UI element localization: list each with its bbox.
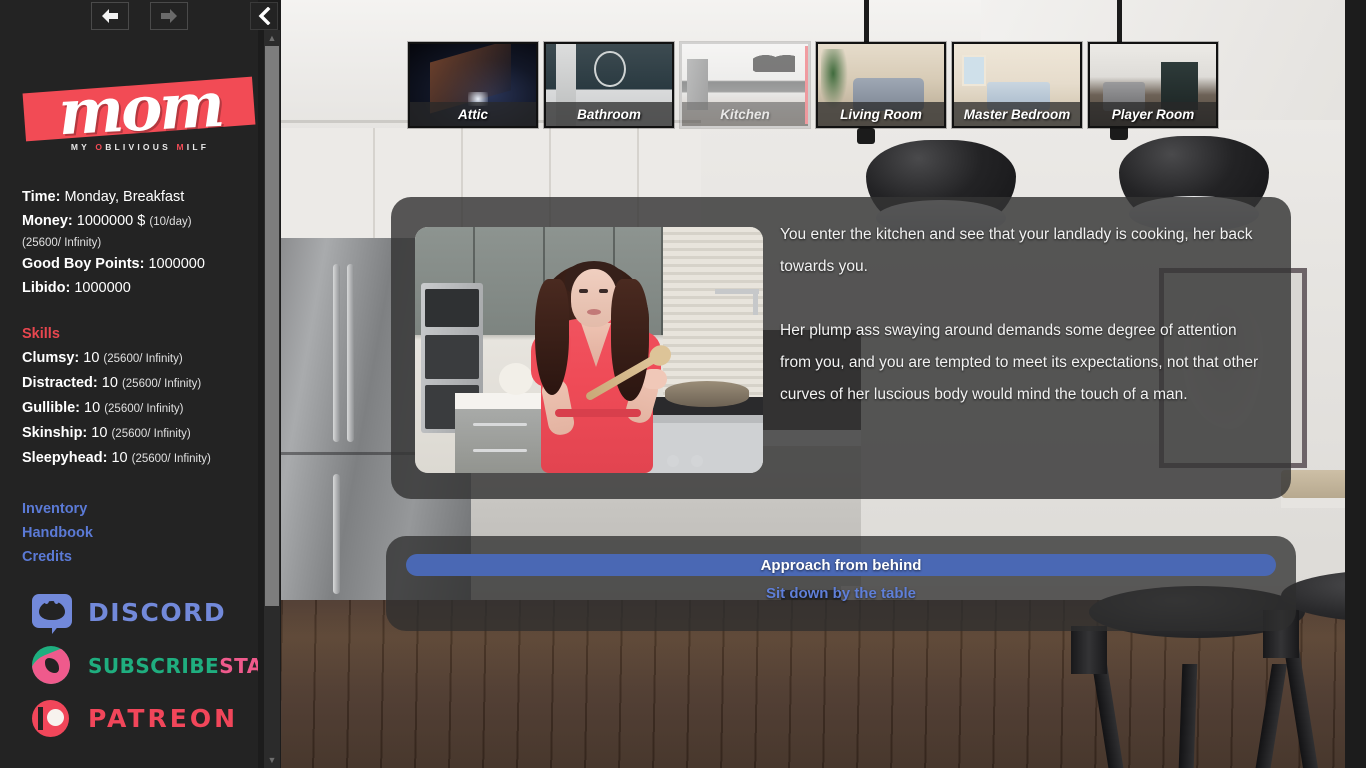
logo-wordmark: mom bbox=[56, 67, 224, 149]
game-logo: mom MY OBLIVIOUS MILF bbox=[22, 67, 258, 168]
scroll-down-icon[interactable]: ▼ bbox=[264, 752, 280, 768]
dialogue-paragraph-2: Her plump ass swaying around demands som… bbox=[780, 322, 1259, 403]
skill-row: Gullible: 10 (25600/ Infinity) bbox=[22, 396, 252, 421]
room-label: Player Room bbox=[1090, 102, 1216, 126]
room-label: Kitchen bbox=[682, 102, 808, 126]
patreon-icon bbox=[28, 697, 78, 741]
menu-links: Inventory Handbook Credits bbox=[22, 497, 93, 569]
skill-label: Gullible: bbox=[22, 400, 80, 416]
room-navigation: Attic Bathroom Kitchen Living Room Master Be… bbox=[408, 42, 1218, 128]
skill-value: 10 bbox=[83, 350, 100, 366]
right-gutter bbox=[1345, 0, 1366, 768]
skill-sub: (25600/ Infinity) bbox=[131, 453, 211, 465]
skills-heading: Skills bbox=[22, 326, 60, 342]
tagline-p5: ILF bbox=[186, 142, 210, 152]
stat-time-value: Monday, Breakfast bbox=[64, 189, 185, 205]
stat-money-rate: (10/day) bbox=[149, 216, 192, 228]
skill-sub: (25600/ Infinity) bbox=[103, 353, 183, 365]
skill-row: Skinship: 10 (25600/ Infinity) bbox=[22, 421, 252, 446]
subscribestar-wordmark: SUBSCRIBESTAR bbox=[88, 654, 258, 678]
patreon-link[interactable]: PATREON bbox=[28, 692, 242, 745]
skill-sub: (25600/ Infinity) bbox=[121, 378, 202, 390]
discord-wordmark: DISCORD bbox=[88, 598, 227, 627]
room-thumbnail-attic[interactable]: Attic bbox=[408, 42, 538, 128]
character-portrait bbox=[415, 227, 763, 473]
tagline-p1: MY bbox=[70, 142, 96, 152]
subscribestar-word-a: SUBSCRIBE bbox=[88, 653, 220, 678]
skill-value: 10 bbox=[101, 375, 118, 391]
subscribestar-link[interactable]: SUBSCRIBESTAR bbox=[28, 639, 258, 692]
back-button[interactable] bbox=[91, 2, 129, 30]
skill-row: Clumsy: 10 (25600/ Infinity) bbox=[22, 346, 252, 371]
skill-label: Sleepyhead: bbox=[22, 450, 108, 466]
room-label: Attic bbox=[410, 102, 536, 126]
room-label: Master Bedroom bbox=[954, 102, 1080, 126]
stat-money-label: Money: bbox=[22, 213, 73, 229]
skill-value: 10 bbox=[91, 425, 108, 441]
skill-label: Distracted: bbox=[22, 375, 98, 391]
menu-link-credits[interactable]: Credits bbox=[22, 545, 93, 569]
skill-value: 10 bbox=[84, 400, 101, 416]
dialogue-paragraph-1: You enter the kitchen and see that your … bbox=[780, 226, 1253, 275]
subscribestar-word-b: STAR bbox=[219, 653, 258, 678]
room-thumbnail-bathroom[interactable]: Bathroom bbox=[544, 42, 674, 128]
stat-money-sub: (25600/ Infinity) bbox=[22, 237, 102, 249]
stat-libido: Libido: 1000000 bbox=[22, 276, 252, 300]
stat-time-label: Time: bbox=[22, 189, 61, 205]
room-label: Bathroom bbox=[546, 102, 672, 126]
game-viewport: Attic Bathroom Kitchen Living Room Master Be… bbox=[281, 0, 1345, 768]
logo-tagline: MY OBLIVIOUS MILF bbox=[22, 142, 258, 152]
menu-link-inventory[interactable]: Inventory bbox=[22, 497, 93, 521]
sidebar-navbar bbox=[0, 0, 258, 30]
stat-gbp-label: Good Boy Points: bbox=[22, 256, 145, 272]
choice-option[interactable]: Approach from behind bbox=[406, 554, 1276, 576]
choice-option[interactable]: Sit down by the table bbox=[406, 582, 1276, 604]
tagline-p3: BLIVIOUS bbox=[105, 142, 177, 152]
room-label: Living Room bbox=[818, 102, 944, 126]
subscribestar-icon bbox=[28, 644, 78, 688]
skill-sub: (25600/ Infinity) bbox=[111, 428, 191, 440]
sidebar: mom MY OBLIVIOUS MILF Time: Monday, Brea… bbox=[0, 0, 258, 768]
discord-icon bbox=[28, 591, 78, 635]
skill-row: Sleepyhead: 10 (25600/ Infinity) bbox=[22, 446, 252, 471]
player-stats: Time: Monday, Breakfast Money: 1000000 $… bbox=[22, 185, 252, 471]
skill-value: 10 bbox=[111, 450, 128, 466]
discord-link[interactable]: DISCORD bbox=[28, 586, 242, 639]
game-window: mom MY OBLIVIOUS MILF Time: Monday, Brea… bbox=[0, 0, 1366, 768]
forward-button[interactable] bbox=[150, 2, 188, 30]
room-thumbnail-master-bedroom[interactable]: Master Bedroom bbox=[952, 42, 1082, 128]
skill-sub: (25600/ Infinity) bbox=[104, 403, 184, 415]
stat-libido-label: Libido: bbox=[22, 280, 71, 296]
dialogue-text: You enter the kitchen and see that your … bbox=[780, 219, 1267, 477]
menu-link-handbook[interactable]: Handbook bbox=[22, 521, 93, 545]
scrollbar-thumb[interactable] bbox=[265, 46, 279, 606]
choice-panel: Approach from behind Sit down by the tabl… bbox=[386, 536, 1296, 631]
skills-list: Clumsy: 10 (25600/ Infinity) Distracted: … bbox=[22, 346, 252, 471]
tagline-p2: O bbox=[95, 142, 106, 152]
sidebar-scrollbar[interactable]: ▲ ▼ bbox=[264, 30, 280, 768]
stat-libido-value: 1000000 bbox=[74, 280, 131, 296]
skill-label: Clumsy: bbox=[22, 350, 80, 366]
room-thumbnail-player-room[interactable]: Player Room bbox=[1088, 42, 1218, 128]
stat-gbp-value: 1000000 bbox=[148, 256, 205, 272]
patreon-wordmark: PATREON bbox=[88, 704, 238, 733]
skill-row: Distracted: 10 (25600/ Infinity) bbox=[22, 371, 252, 396]
dialogue-panel: You enter the kitchen and see that your … bbox=[391, 197, 1291, 499]
stat-money-value: 1000000 $ bbox=[76, 213, 146, 229]
collapse-sidebar-button[interactable] bbox=[250, 2, 278, 30]
social-links: DISCORD SUBSCRIBESTAR PATREON bbox=[28, 586, 258, 745]
scroll-up-icon[interactable]: ▲ bbox=[264, 30, 280, 46]
stat-money: Money: 1000000 $ (10/day) bbox=[22, 209, 252, 234]
room-thumbnail-kitchen[interactable]: Kitchen bbox=[680, 42, 810, 128]
tagline-p4: M bbox=[176, 142, 187, 152]
skill-label: Skinship: bbox=[22, 425, 88, 441]
room-thumbnail-living-room[interactable]: Living Room bbox=[816, 42, 946, 128]
stat-good-boy-points: Good Boy Points: 1000000 bbox=[22, 252, 252, 276]
stat-time: Time: Monday, Breakfast bbox=[22, 185, 252, 209]
